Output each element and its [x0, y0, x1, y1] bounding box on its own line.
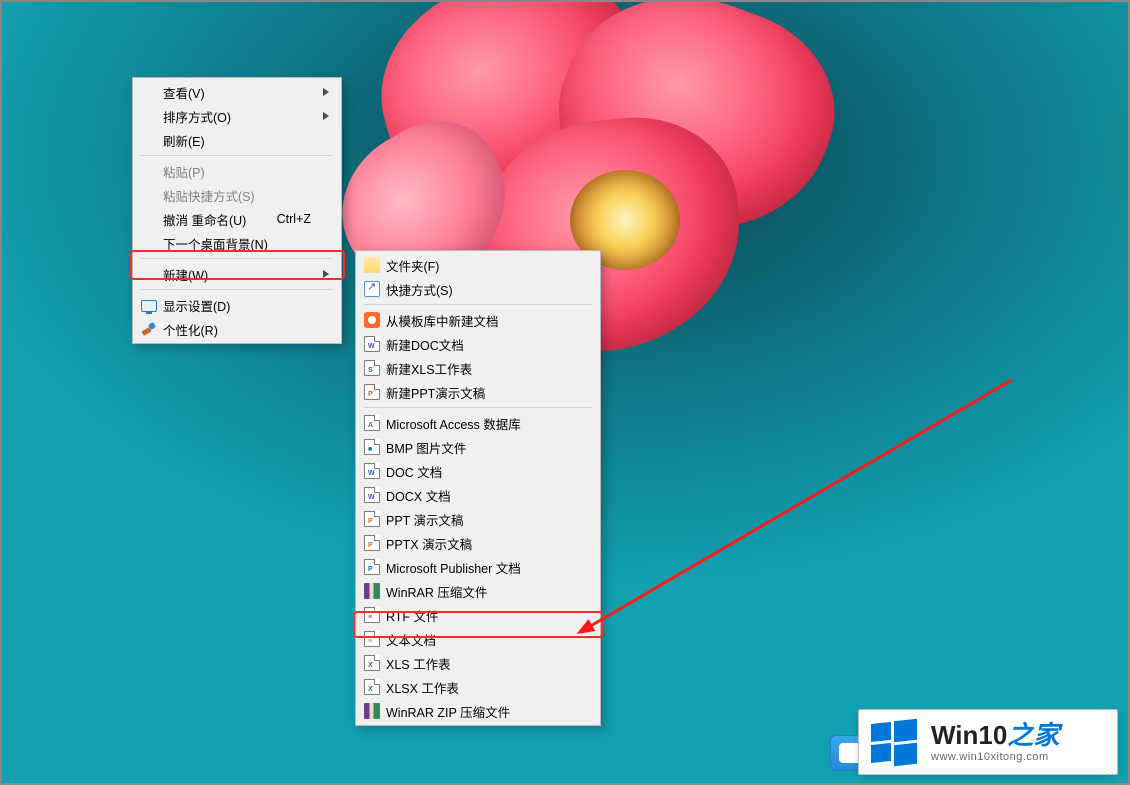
monitor-icon	[140, 296, 158, 314]
menu-label: 文件夹(F)	[386, 256, 439, 275]
menu-label: PPT 演示文稿	[386, 510, 464, 529]
menu-label: 新建(W)	[163, 265, 208, 284]
watermark-title-b: 之家	[1007, 720, 1059, 750]
menu-label: 个性化(R)	[163, 320, 218, 339]
submenu-item-folder[interactable]: 文件夹(F)	[358, 253, 598, 277]
submenu-item-xls[interactable]: X XLS 工作表	[358, 651, 598, 675]
docx-file-icon: W	[363, 486, 381, 504]
menu-separator	[141, 289, 333, 290]
submenu-item-wps-template[interactable]: 从模板库中新建文档	[358, 308, 598, 332]
doc-file-icon: W	[363, 335, 381, 353]
menu-label: 显示设置(D)	[163, 296, 230, 315]
xls-file-icon: S	[363, 359, 381, 377]
submenu-item-wps-doc[interactable]: W 新建DOC文档	[358, 332, 598, 356]
submenu-item-publisher[interactable]: P Microsoft Publisher 文档	[358, 555, 598, 579]
menu-label: 新建XLS工作表	[386, 359, 472, 378]
menu-label: 下一个桌面背景(N)	[163, 234, 268, 253]
menu-shortcut: Ctrl+Z	[277, 212, 311, 226]
menu-separator	[141, 155, 333, 156]
menu-label: XLSX 工作表	[386, 678, 459, 697]
submenu-arrow-icon	[323, 112, 329, 120]
menu-item-personalize[interactable]: 个性化(R)	[135, 317, 339, 341]
submenu-item-shortcut[interactable]: 快捷方式(S)	[358, 277, 598, 301]
menu-label: 刷新(E)	[163, 131, 205, 150]
menu-item-display-settings[interactable]: 显示设置(D)	[135, 293, 339, 317]
desktop-context-menu: 查看(V) 排序方式(O) 刷新(E) 粘贴(P) 粘贴快捷方式(S) 撤消 重…	[132, 77, 342, 344]
watermark-title-a: Win10	[931, 720, 1007, 750]
watermark-badge: Win10之家 www.win10xitong.com	[858, 709, 1118, 775]
submenu-item-docx[interactable]: W DOCX 文档	[358, 483, 598, 507]
menu-item-undo-rename[interactable]: 撤消 重命名(U) Ctrl+Z	[135, 207, 339, 231]
menu-label: WinRAR 压缩文件	[386, 582, 487, 601]
menu-item-paste: 粘贴(P)	[135, 159, 339, 183]
doc-file-icon: W	[363, 462, 381, 480]
menu-item-new[interactable]: 新建(W)	[135, 262, 339, 286]
menu-item-refresh[interactable]: 刷新(E)	[135, 128, 339, 152]
submenu-item-winrar[interactable]: WinRAR 压缩文件	[358, 579, 598, 603]
windows-logo-icon	[871, 719, 917, 765]
publisher-file-icon: P	[363, 558, 381, 576]
zip-file-icon	[363, 702, 381, 720]
submenu-arrow-icon	[323, 270, 329, 278]
new-submenu: 文件夹(F) 快捷方式(S) 从模板库中新建文档 W 新建DOC文档 S 新建X…	[355, 250, 601, 726]
rar-file-icon	[363, 582, 381, 600]
ppt-file-icon: P	[363, 383, 381, 401]
xls-file-icon: X	[363, 654, 381, 672]
submenu-item-ppt[interactable]: P PPT 演示文稿	[358, 507, 598, 531]
menu-label: 粘贴(P)	[163, 162, 205, 181]
menu-separator	[364, 407, 592, 408]
submenu-item-rtf[interactable]: ≡ RTF 文件	[358, 603, 598, 627]
menu-label: Microsoft Publisher 文档	[386, 558, 521, 577]
menu-label: 粘贴快捷方式(S)	[163, 186, 255, 205]
menu-item-next-background[interactable]: 下一个桌面背景(N)	[135, 231, 339, 255]
menu-label: 查看(V)	[163, 83, 205, 102]
shortcut-icon	[363, 280, 381, 298]
submenu-item-wps-xls[interactable]: S 新建XLS工作表	[358, 356, 598, 380]
menu-label: 新建DOC文档	[386, 335, 464, 354]
menu-label: 排序方式(O)	[163, 107, 231, 126]
bmp-file-icon: ■	[363, 438, 381, 456]
pptx-file-icon: P	[363, 534, 381, 552]
menu-label: Microsoft Access 数据库	[386, 414, 521, 433]
menu-label: 从模板库中新建文档	[386, 311, 499, 330]
folder-icon	[363, 256, 381, 274]
menu-item-paste-shortcut: 粘贴快捷方式(S)	[135, 183, 339, 207]
menu-label: RTF 文件	[386, 606, 439, 625]
menu-label: PPTX 演示文稿	[386, 534, 472, 553]
txt-file-icon: ≡	[363, 630, 381, 648]
ppt-file-icon: P	[363, 510, 381, 528]
submenu-item-bmp[interactable]: ■ BMP 图片文件	[358, 435, 598, 459]
personalize-icon	[140, 320, 158, 338]
submenu-item-access[interactable]: A Microsoft Access 数据库	[358, 411, 598, 435]
menu-label: 撤消 重命名(U)	[163, 210, 246, 229]
xlsx-file-icon: X	[363, 678, 381, 696]
submenu-item-wps-ppt[interactable]: P 新建PPT演示文稿	[358, 380, 598, 404]
submenu-arrow-icon	[323, 88, 329, 96]
submenu-item-xlsx[interactable]: X XLSX 工作表	[358, 675, 598, 699]
menu-label: 新建PPT演示文稿	[386, 383, 485, 402]
watermark-url: www.win10xitong.com	[931, 751, 1059, 764]
menu-label: DOCX 文档	[386, 486, 451, 505]
submenu-item-text-document[interactable]: ≡ 文本文档	[358, 627, 598, 651]
wps-icon	[363, 311, 381, 329]
menu-separator	[141, 258, 333, 259]
menu-label: 文本文档	[386, 630, 436, 649]
menu-label: WinRAR ZIP 压缩文件	[386, 702, 510, 721]
menu-item-sort[interactable]: 排序方式(O)	[135, 104, 339, 128]
menu-label: DOC 文档	[386, 462, 442, 481]
menu-label: 快捷方式(S)	[386, 280, 453, 299]
access-file-icon: A	[363, 414, 381, 432]
submenu-item-doc[interactable]: W DOC 文档	[358, 459, 598, 483]
watermark-text: Win10之家 www.win10xitong.com	[931, 721, 1059, 764]
menu-separator	[364, 304, 592, 305]
menu-label: BMP 图片文件	[386, 438, 466, 457]
menu-label: XLS 工作表	[386, 654, 451, 673]
submenu-item-pptx[interactable]: P PPTX 演示文稿	[358, 531, 598, 555]
menu-item-view[interactable]: 查看(V)	[135, 80, 339, 104]
rtf-file-icon: ≡	[363, 606, 381, 624]
submenu-item-winrar-zip[interactable]: WinRAR ZIP 压缩文件	[358, 699, 598, 723]
